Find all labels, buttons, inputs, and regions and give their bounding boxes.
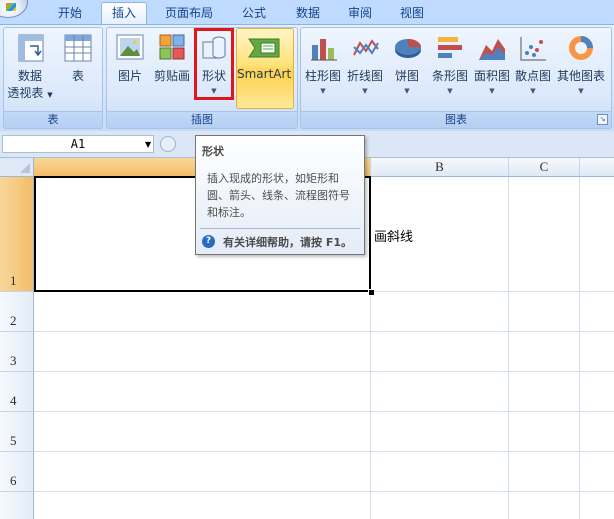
- office-logo-icon: [6, 3, 16, 11]
- column-chart-icon: [311, 39, 337, 61]
- row-header-2[interactable]: 2: [0, 292, 34, 332]
- line-chart-button[interactable]: 折线图 ▼: [344, 31, 386, 99]
- pie-chart-label: 饼图: [394, 69, 419, 83]
- tooltip-help-text: 有关详细帮助，请按 F1。: [223, 236, 352, 249]
- gridline: [34, 451, 614, 452]
- name-box-dropdown-icon[interactable]: ▼: [145, 140, 151, 149]
- row-header-5[interactable]: 5: [0, 412, 34, 452]
- clipart-button[interactable]: 剪贴画: [152, 31, 192, 91]
- pivot-table-label-text: 透视表: [7, 86, 44, 100]
- row-header-4[interactable]: 4: [0, 372, 34, 412]
- name-box[interactable]: A1: [2, 135, 154, 153]
- dropdown-arrow-icon: ▼: [47, 91, 53, 99]
- scatter-chart-icon: [520, 37, 546, 61]
- other-chart-icon: [569, 36, 593, 60]
- gridline: [34, 371, 614, 372]
- row-header-6[interactable]: 6: [0, 452, 34, 492]
- pie-chart-button[interactable]: 饼图 ▼: [387, 31, 427, 99]
- row-number: 1: [10, 273, 17, 288]
- picture-button[interactable]: 图片: [110, 31, 150, 91]
- column-header-c[interactable]: C: [509, 158, 580, 176]
- row-number: 2: [10, 313, 17, 328]
- shapes-highlight-box: [194, 28, 234, 100]
- line-chart-icon: [353, 39, 379, 56]
- row-number: 6: [10, 473, 17, 488]
- tab-review[interactable]: 审阅: [338, 3, 382, 24]
- tab-home[interactable]: 开始: [48, 3, 92, 24]
- smartart-button[interactable]: SmartArt: [236, 28, 294, 109]
- area-chart-label: 面积图: [473, 69, 510, 83]
- area-chart-icon: [479, 39, 505, 60]
- row-header-3[interactable]: 3: [0, 332, 34, 372]
- area-chart-button[interactable]: 面积图 ▼: [472, 31, 512, 99]
- gridline: [34, 411, 614, 412]
- table-button[interactable]: 表: [58, 31, 98, 91]
- chevron-down-icon: ▼: [320, 87, 326, 95]
- row-header-1[interactable]: 1: [0, 177, 34, 292]
- column-chart-button[interactable]: 柱形图 ▼: [303, 31, 343, 99]
- fill-handle[interactable]: [368, 289, 375, 296]
- bar-chart-icon: [438, 37, 462, 58]
- bar-chart-button[interactable]: 条形图 ▼: [428, 31, 472, 99]
- pivot-table-button[interactable]: 数据 透视表 ▼: [4, 31, 56, 107]
- column-header-d[interactable]: [580, 158, 614, 176]
- formula-bar-resize-icon[interactable]: [160, 136, 176, 152]
- row-header-7[interactable]: [0, 492, 34, 519]
- column-chart-label: 柱形图: [304, 69, 341, 83]
- pivot-table-label-1: 数据: [17, 69, 42, 83]
- chevron-down-icon: ▼: [447, 87, 453, 95]
- smartart-label: SmartArt: [237, 67, 292, 81]
- gridline: [34, 331, 614, 332]
- other-charts-label: 其他图表: [556, 69, 605, 83]
- chevron-down-icon: ▼: [404, 87, 410, 95]
- charts-group-label: 图表: [301, 111, 611, 128]
- clipart-icon: [159, 34, 185, 60]
- tooltip-body: 插入现成的形状，如矩形和圆、箭头、线条、流程图符号和标注。: [207, 172, 350, 219]
- shapes-tooltip: 形状 插入现成的形状，如矩形和圆、箭头、线条、流程图符号和标注。 ? 有关详细帮…: [195, 135, 365, 255]
- chevron-down-icon: ▼: [530, 87, 536, 95]
- help-icon: ?: [202, 235, 215, 248]
- gridline: [34, 491, 614, 492]
- tables-group-label: 表: [4, 111, 102, 128]
- chevron-down-icon: ▼: [578, 87, 584, 95]
- row-number: 5: [10, 433, 17, 448]
- line-chart-label: 折线图: [346, 69, 383, 83]
- clipart-label: 剪贴画: [153, 69, 190, 83]
- tab-insert[interactable]: 插入: [101, 2, 147, 25]
- pivot-table-icon: [18, 34, 44, 62]
- illustrations-group-label: 插图: [107, 111, 297, 128]
- smartart-icon: [248, 38, 280, 58]
- select-all-corner[interactable]: [0, 158, 34, 176]
- pie-chart-icon: [395, 39, 421, 58]
- tab-view[interactable]: 视图: [390, 3, 434, 24]
- scatter-chart-label: 散点图: [514, 69, 551, 83]
- picture-label: 图片: [117, 69, 142, 83]
- gridline: [508, 177, 509, 519]
- chevron-down-icon: ▼: [489, 87, 495, 95]
- row-number: 3: [10, 353, 17, 368]
- column-header-b[interactable]: B: [371, 158, 509, 176]
- tab-formulas[interactable]: 公式: [232, 3, 276, 24]
- table-icon: [64, 34, 92, 62]
- tooltip-divider: [200, 228, 360, 229]
- other-charts-button[interactable]: 其他图表 ▼: [554, 31, 608, 99]
- picture-icon: [116, 34, 144, 60]
- tab-data[interactable]: 数据: [286, 3, 330, 24]
- row-number: 4: [10, 393, 17, 408]
- select-all-icon: [20, 163, 30, 173]
- bar-chart-label: 条形图: [431, 69, 468, 83]
- dialog-launcher-icon[interactable]: ↘: [597, 114, 608, 125]
- table-label: 表: [71, 69, 84, 83]
- cell-b1-text[interactable]: 画斜线: [374, 226, 413, 245]
- chevron-down-icon: ▼: [362, 87, 368, 95]
- tab-page-layout[interactable]: 页面布局: [156, 3, 222, 24]
- gridline: [579, 177, 580, 519]
- tooltip-title: 形状: [202, 145, 224, 158]
- scatter-chart-button[interactable]: 散点图 ▼: [513, 31, 553, 99]
- pivot-table-label-2: 透视表 ▼: [4, 86, 56, 103]
